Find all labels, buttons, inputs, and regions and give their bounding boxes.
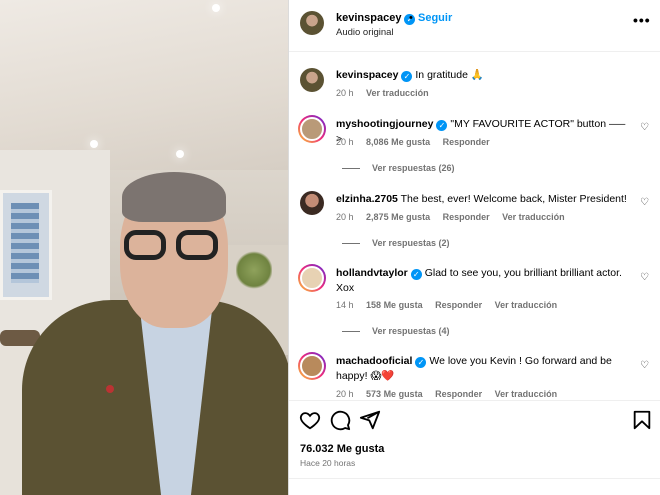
comment-username[interactable]: elzinha.2705	[336, 193, 398, 205]
comment-meta: 20 h 573 Me gusta Responder Ver traducci…	[336, 389, 567, 399]
author-avatar[interactable]	[300, 11, 324, 35]
post-header: kevinspacey ✓ • Seguir Audio original •••	[289, 0, 660, 52]
comment-time: 20 h	[336, 137, 354, 147]
comment-icon[interactable]	[329, 409, 351, 431]
caption: kevinspacey ✓ In gratitude 🙏	[336, 68, 626, 83]
comment-heart-icon[interactable]: ♡	[640, 197, 649, 208]
view-replies-button[interactable]: Ver respuestas (2)	[342, 238, 450, 248]
comment-time: 20 h	[336, 212, 354, 222]
post-panel: kevinspacey ✓ • Seguir Audio original •••…	[289, 0, 660, 495]
comment-text: The best, ever! Welcome back, Mister Pre…	[400, 193, 627, 205]
comment: hollandvtaylor ✓ Glad to see you, you bri…	[336, 266, 626, 296]
caption-text: In gratitude 🙏	[415, 69, 484, 81]
comment-meta: 14 h 158 Me gusta Responder Ver traducci…	[336, 300, 567, 310]
comment-meta: 20 h 8,086 Me gusta Responder	[336, 137, 500, 147]
post-likes[interactable]: 76.032 Me gusta	[300, 443, 384, 455]
comment: machadooficial ✓ We love you Kevin ! Go f…	[336, 354, 626, 384]
video-painting	[0, 190, 52, 300]
video-lapel-pin	[106, 385, 114, 393]
post-time: Hace 20 horas	[300, 458, 356, 468]
more-options-icon[interactable]: •••	[633, 12, 651, 28]
ceiling-light	[176, 150, 184, 158]
view-replies-button[interactable]: Ver respuestas (26)	[342, 163, 455, 173]
translate-link[interactable]: Ver traducción	[495, 389, 558, 399]
verified-icon: ✓	[401, 71, 413, 82]
share-icon[interactable]	[359, 409, 381, 431]
comment: elzinha.2705 The best, ever! Welcome bac…	[336, 192, 636, 207]
comment-heart-icon[interactable]: ♡	[640, 360, 649, 371]
author-username[interactable]: kevinspacey ✓	[336, 12, 416, 25]
verified-icon: ✓	[410, 269, 422, 280]
comment-likes[interactable]: 2,875 Me gusta	[366, 212, 430, 222]
comment-likes[interactable]: 158 Me gusta	[366, 300, 423, 310]
comment-heart-icon[interactable]: ♡	[640, 122, 649, 133]
comment-username[interactable]: myshootingjourney	[336, 118, 433, 130]
comment-time: 14 h	[336, 300, 354, 310]
comment-avatar[interactable]	[300, 191, 324, 215]
comment-avatar[interactable]	[298, 352, 326, 380]
heart-icon[interactable]	[299, 409, 321, 431]
caption-translate-link[interactable]: Ver traducción	[366, 88, 429, 98]
comment-avatar[interactable]	[298, 115, 326, 143]
translate-link[interactable]: Ver traducción	[502, 212, 565, 222]
video-ceiling	[0, 0, 288, 170]
reply-button[interactable]: Responder	[443, 212, 490, 222]
comment-username[interactable]: machadooficial	[336, 355, 412, 367]
ceiling-light	[90, 140, 98, 148]
comment-username[interactable]: hollandvtaylor	[336, 267, 408, 279]
comment-likes[interactable]: 8,086 Me gusta	[366, 137, 430, 147]
verified-icon: ✓	[415, 357, 427, 368]
translate-link[interactable]: Ver traducción	[495, 300, 558, 310]
video-player[interactable]	[0, 0, 288, 495]
caption-avatar[interactable]	[300, 68, 324, 92]
audio-label[interactable]: Audio original	[336, 27, 394, 38]
author-username-text[interactable]: kevinspacey	[336, 12, 401, 24]
caption-username[interactable]: kevinspacey	[336, 69, 398, 81]
comment-heart-icon[interactable]: ♡	[640, 272, 649, 283]
caption-meta: 20 h Ver traducción	[336, 88, 439, 98]
ceiling-light	[212, 4, 220, 12]
comment-box-divider	[289, 478, 660, 479]
reply-button[interactable]: Responder	[435, 300, 482, 310]
caption-time: 20 h	[336, 88, 354, 98]
reply-button[interactable]: Responder	[435, 389, 482, 399]
separator-dot: •	[409, 12, 413, 24]
comment-meta: 20 h 2,875 Me gusta Responder Ver traduc…	[336, 212, 575, 222]
bookmark-icon[interactable]	[631, 409, 653, 431]
comment-avatar[interactable]	[298, 264, 326, 292]
follow-button[interactable]: Seguir	[418, 12, 452, 24]
video-plant	[236, 250, 272, 290]
comment-time: 20 h	[336, 389, 354, 399]
video-person-hair	[122, 172, 226, 222]
verified-icon: ✓	[436, 120, 448, 131]
view-replies-button[interactable]: Ver respuestas (4)	[342, 326, 450, 336]
video-person-glasses	[124, 230, 222, 260]
reply-button[interactable]: Responder	[443, 137, 490, 147]
comment-likes[interactable]: 573 Me gusta	[366, 389, 423, 399]
